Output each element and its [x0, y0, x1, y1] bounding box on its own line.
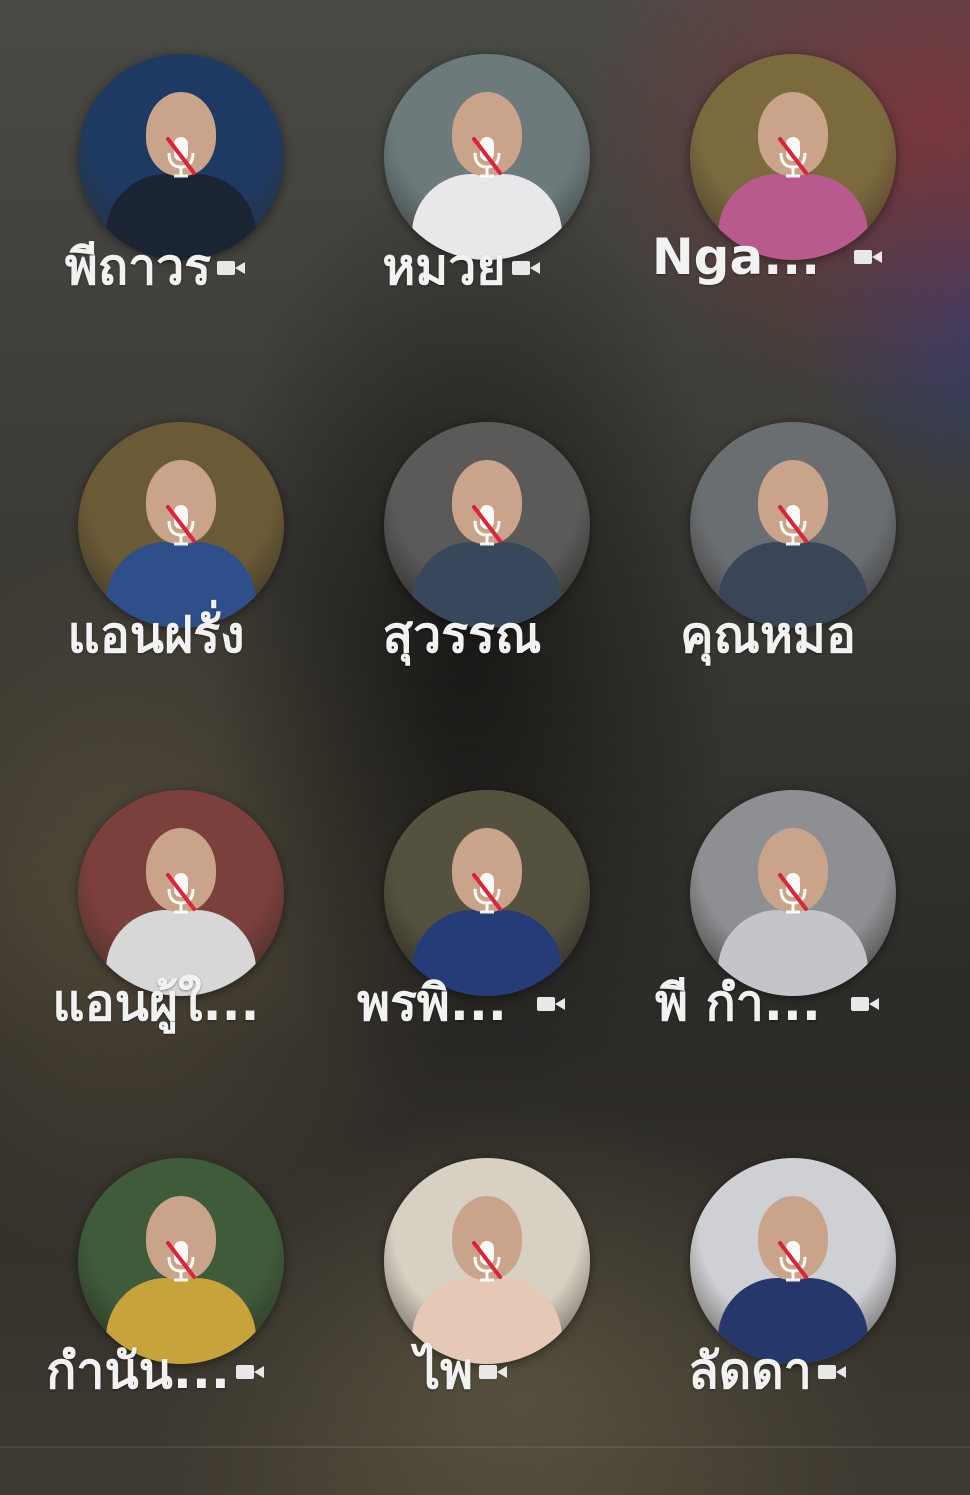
participant-tile[interactable]: กำนัน...: [6, 1104, 306, 1464]
muted-microphone-icon: [166, 505, 196, 546]
participant-name: พรพิ...: [357, 974, 507, 1032]
bottom-divider: [0, 1446, 970, 1448]
participant-name: แอนผู้ใ...: [52, 974, 260, 1032]
participant-tile[interactable]: แอนผู้ใ...: [6, 736, 306, 1096]
participant-tile[interactable]: Nga...: [618, 0, 918, 360]
video-camera-icon: [850, 995, 881, 1013]
muted-microphone-icon: [778, 1241, 808, 1282]
name-row: แอนผู้ใ...: [6, 964, 306, 1032]
participant-tile[interactable]: แอนฝรั่ง: [6, 368, 306, 728]
participant-name: สุวรรณ: [382, 606, 542, 664]
name-row: กำนัน...: [6, 1332, 306, 1400]
name-row: พีถาวร: [6, 228, 306, 296]
name-row: Nga...: [618, 228, 918, 292]
name-row: แอนฝรั่ง: [6, 596, 306, 664]
participant-tile[interactable]: พี กำ...: [618, 736, 918, 1096]
participant-tile[interactable]: ไพ: [312, 1104, 612, 1464]
participant-tile[interactable]: คุณหมอ: [618, 368, 918, 728]
participant-name: แอนฝรั่ง: [67, 606, 245, 664]
participant-grid: พีถาวร หมวย Nga... แอนฝรั่ง สุวรรณ คุณหม…: [0, 0, 970, 1495]
participant-tile[interactable]: พีถาวร: [6, 0, 306, 360]
video-camera-icon: [235, 1363, 266, 1381]
video-camera-icon: [536, 995, 567, 1013]
muted-microphone-icon: [472, 873, 502, 914]
video-camera-icon: [817, 1363, 848, 1381]
muted-microphone-icon: [472, 1241, 502, 1282]
name-row: ลัดดา: [618, 1332, 918, 1400]
name-row: คุณหมอ: [618, 596, 918, 664]
participant-name: กำนัน...: [46, 1342, 230, 1400]
participant-tile[interactable]: หมวย: [312, 0, 612, 360]
participant-name: คุณหมอ: [680, 606, 856, 664]
muted-microphone-icon: [166, 873, 196, 914]
name-row: พี กำ...: [618, 964, 918, 1032]
participant-name: พี กำ...: [655, 974, 821, 1032]
video-camera-icon: [479, 1363, 509, 1381]
muted-microphone-icon: [472, 505, 502, 546]
muted-microphone-icon: [472, 137, 502, 178]
participant-name: พีถาวร: [64, 238, 212, 296]
participant-tile[interactable]: สุวรรณ: [312, 368, 612, 728]
participant-name: Nga...: [651, 228, 821, 286]
participant-tile[interactable]: พรพิ...: [312, 736, 612, 1096]
participant-name: ลัดดา: [688, 1342, 812, 1400]
muted-microphone-icon: [778, 873, 808, 914]
muted-microphone-icon: [778, 505, 808, 546]
participant-tile[interactable]: ลัดดา: [618, 1104, 918, 1464]
participant-name: หมวย: [382, 238, 506, 296]
muted-microphone-icon: [166, 137, 196, 178]
participant-name: ไพ: [414, 1342, 474, 1400]
name-row: สุวรรณ: [312, 596, 612, 664]
muted-microphone-icon: [778, 137, 808, 178]
video-camera-icon: [511, 259, 542, 277]
video-camera-icon: [854, 248, 884, 266]
name-row: ไพ: [312, 1332, 612, 1400]
name-row: หมวย: [312, 228, 612, 296]
video-camera-icon: [217, 259, 247, 277]
name-row: พรพิ...: [312, 964, 612, 1032]
muted-microphone-icon: [166, 1241, 196, 1282]
